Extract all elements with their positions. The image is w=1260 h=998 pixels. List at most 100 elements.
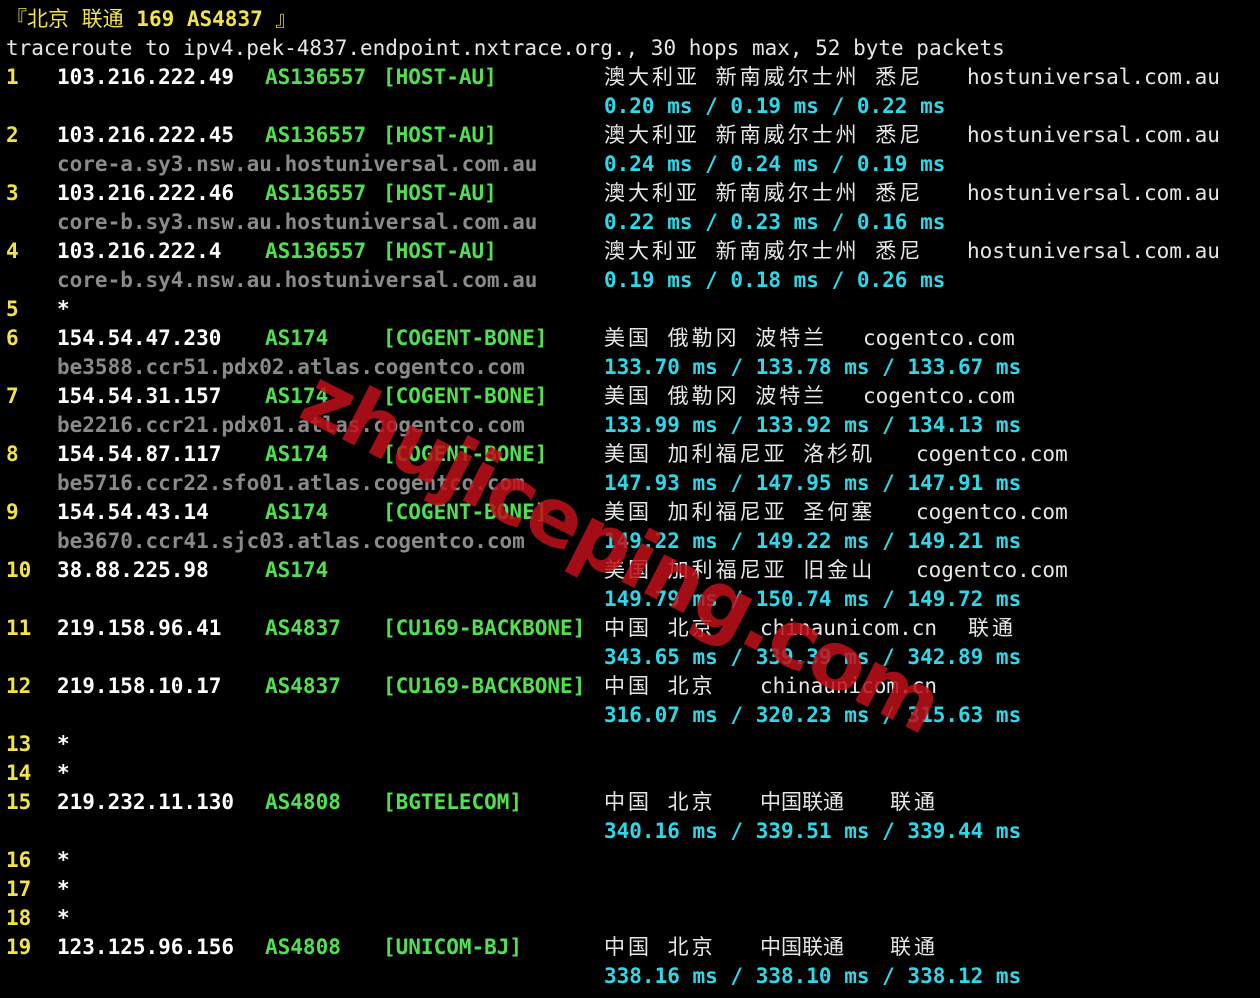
hop-network-tag: [COGENT-BONE] <box>383 326 548 350</box>
hop-network-tag: [HOST-AU] <box>383 239 497 263</box>
hop-number: 9 <box>6 500 19 524</box>
trace-title-line: 『北京 联通 169 AS4837 』 <box>0 5 296 34</box>
hop-asn: AS174 <box>265 500 329 524</box>
hop-number: 5 <box>6 297 19 321</box>
hop-number: 13 <box>6 732 32 756</box>
hop-ip: 154.54.87.117 <box>57 442 222 466</box>
hop-number: 18 <box>6 906 32 930</box>
hop-number: 17 <box>6 877 32 901</box>
hop-latency: 0.22 ms / 0.23 ms / 0.16 ms <box>604 210 946 234</box>
hop-number: 14 <box>6 761 32 785</box>
hop-network-tag: [CU169-BACKBONE] <box>383 674 586 698</box>
hop-network-tag: [HOST-AU] <box>383 123 497 147</box>
hop-latency: 133.99 ms / 133.92 ms / 134.13 ms <box>604 413 1022 437</box>
hop-domain: cogentco.com <box>916 558 1068 582</box>
hop-ip: 103.216.222.49 <box>57 65 235 89</box>
hop-asn: AS174 <box>265 326 329 350</box>
hop-domain: hostuniversal.com.au <box>967 239 1220 263</box>
hop-domain: cogentco.com <box>863 384 1015 408</box>
traceroute-command: traceroute to ipv4.pek-4837.endpoint.nxt… <box>6 36 1005 60</box>
hop-asn: AS136557 <box>265 239 367 263</box>
hop-ip: 103.216.222.46 <box>57 181 235 205</box>
traceroute-command-line: traceroute to ipv4.pek-4837.endpoint.nxt… <box>0 34 1005 63</box>
hop-isp: 联通 <box>890 790 938 814</box>
hop-network-tag: [UNICOM-BJ] <box>383 935 523 959</box>
timeout-marker: * <box>57 848 70 872</box>
hop-hostname: be2216.ccr21.pdx01.atlas.cogentco.com <box>57 413 525 437</box>
hop-latency: 343.65 ms / 339.39 ms / 342.89 ms <box>604 645 1022 669</box>
hop-network-tag: [HOST-AU] <box>383 181 497 205</box>
timeout-marker: * <box>57 761 70 785</box>
hop-number: 1 <box>6 65 19 89</box>
hop-domain: cogentco.com <box>916 500 1068 524</box>
hop-number: 16 <box>6 848 32 872</box>
hop-geolocation: 澳大利亚 新南威尔士州 悉尼 <box>604 123 924 147</box>
hop-ip: 219.232.11.130 <box>57 790 235 814</box>
hop-number: 19 <box>6 935 32 959</box>
hop-domain: chinaunicom.cn <box>760 674 938 698</box>
hop-latency: 147.93 ms / 147.95 ms / 147.91 ms <box>604 471 1022 495</box>
hop-number: 12 <box>6 674 32 698</box>
hop-domain: cogentco.com <box>916 442 1068 466</box>
hop-geolocation: 澳大利亚 新南威尔士州 悉尼 <box>604 239 924 263</box>
hop-asn: AS136557 <box>265 181 367 205</box>
hop-geolocation: 美国 俄勒冈 波特兰 <box>604 326 828 350</box>
timeout-marker: * <box>57 297 70 321</box>
hop-latency: 340.16 ms / 339.51 ms / 339.44 ms <box>604 819 1022 843</box>
hop-network-tag: [BGTELECOM] <box>383 790 523 814</box>
hop-hostname: be3670.ccr41.sjc03.atlas.cogentco.com <box>57 529 525 553</box>
hop-latency: 149.79 ms / 150.74 ms / 149.72 ms <box>604 587 1022 611</box>
hop-isp: 联通 <box>968 616 1016 640</box>
hop-asn: AS4808 <box>265 790 341 814</box>
hop-hostname: core-a.sy3.nsw.au.hostuniversal.com.au <box>57 152 538 176</box>
hop-latency: 0.20 ms / 0.19 ms / 0.22 ms <box>604 94 946 118</box>
hop-network-tag: [COGENT-BONE] <box>383 500 548 524</box>
hop-geolocation: 美国 俄勒冈 波特兰 <box>604 384 828 408</box>
hop-ip: 154.54.43.14 <box>57 500 209 524</box>
hop-latency: 338.16 ms / 338.10 ms / 338.12 ms <box>604 964 1022 988</box>
hop-number: 15 <box>6 790 32 814</box>
timeout-marker: * <box>57 906 70 930</box>
hop-domain: cogentco.com <box>863 326 1015 350</box>
hop-network-tag: [CU169-BACKBONE] <box>383 616 586 640</box>
hop-geolocation: 美国 加利福尼亚 圣何塞 <box>604 500 876 524</box>
hop-latency: 0.19 ms / 0.18 ms / 0.26 ms <box>604 268 946 292</box>
hop-domain: hostuniversal.com.au <box>967 65 1220 89</box>
hop-number: 3 <box>6 181 19 205</box>
timeout-marker: * <box>57 732 70 756</box>
hop-domain: hostuniversal.com.au <box>967 181 1220 205</box>
hop-geolocation: 中国 北京 <box>604 935 716 959</box>
hop-latency: 149.22 ms / 149.22 ms / 149.21 ms <box>604 529 1022 553</box>
hop-geolocation: 中国 北京 <box>604 790 716 814</box>
hop-number: 6 <box>6 326 19 350</box>
hop-asn: AS4837 <box>265 674 341 698</box>
hop-geolocation: 美国 加利福尼亚 洛杉矶 <box>604 442 876 466</box>
hop-asn: AS136557 <box>265 123 367 147</box>
hop-geolocation: 澳大利亚 新南威尔士州 悉尼 <box>604 65 924 89</box>
hop-ip: 123.125.96.156 <box>57 935 235 959</box>
hop-asn: AS174 <box>265 384 329 408</box>
hop-network-tag: [COGENT-BONE] <box>383 442 548 466</box>
hop-asn: AS4837 <box>265 616 341 640</box>
hop-geolocation: 中国 北京 <box>604 674 716 698</box>
hop-geolocation: 美国 加利福尼亚 旧金山 <box>604 558 876 582</box>
hop-asn: AS174 <box>265 558 329 582</box>
hop-ip: 219.158.96.41 <box>57 616 222 640</box>
hop-hostname: core-b.sy4.nsw.au.hostuniversal.com.au <box>57 268 538 292</box>
hop-hostname: be5716.ccr22.sfo01.atlas.cogentco.com <box>57 471 525 495</box>
hop-number: 7 <box>6 384 19 408</box>
hop-number: 11 <box>6 616 32 640</box>
hop-number: 10 <box>6 558 32 582</box>
hop-domain: hostuniversal.com.au <box>967 123 1220 147</box>
hop-hostname: be3588.ccr51.pdx02.atlas.cogentco.com <box>57 355 525 379</box>
hop-domain: 中国联通 <box>760 935 844 959</box>
hop-ip: 103.216.222.4 <box>57 239 222 263</box>
hop-latency: 0.24 ms / 0.24 ms / 0.19 ms <box>604 152 946 176</box>
hop-latency: 133.70 ms / 133.78 ms / 133.67 ms <box>604 355 1022 379</box>
hop-asn: AS4808 <box>265 935 341 959</box>
timeout-marker: * <box>57 877 70 901</box>
hop-ip: 154.54.47.230 <box>57 326 222 350</box>
hop-ip: 103.216.222.45 <box>57 123 235 147</box>
trace-title: 『北京 联通 169 AS4837 』 <box>6 7 297 31</box>
hop-hostname: core-b.sy3.nsw.au.hostuniversal.com.au <box>57 210 538 234</box>
